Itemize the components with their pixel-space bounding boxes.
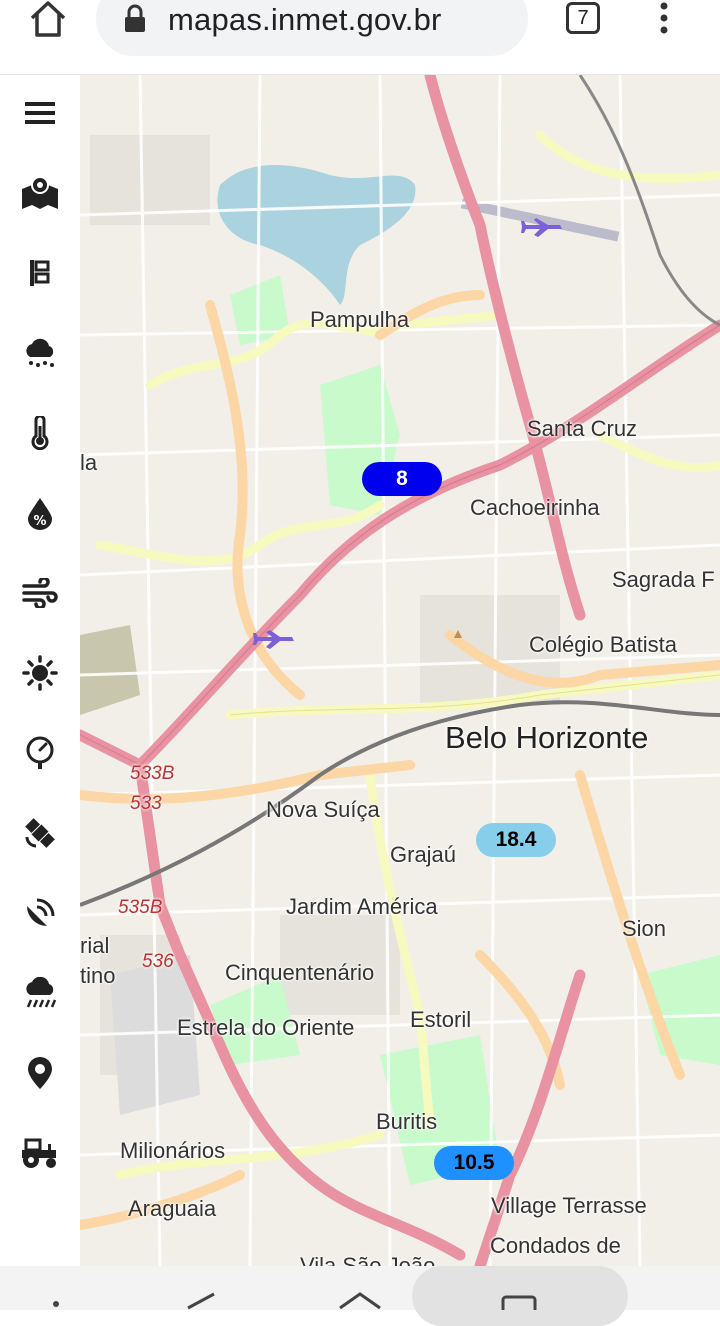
station-icon[interactable] <box>16 249 64 297</box>
back-icon[interactable] <box>180 1292 220 1310</box>
wind-icon[interactable] <box>16 569 64 617</box>
svg-text:%: % <box>33 514 46 529</box>
road-ref-label: 533B <box>130 763 175 784</box>
map-canvas[interactable]: Pampulha Santa Cruz Cachoeirinha Sagrada… <box>80 75 720 1266</box>
place-label: Estrela do Oriente <box>177 1015 355 1040</box>
location-pin-icon[interactable] <box>16 1049 64 1097</box>
place-label: Grajaú <box>390 842 457 867</box>
place-label: Colégio Batista <box>529 632 677 657</box>
gauge-icon[interactable] <box>16 729 64 777</box>
place-label: Pampulha <box>310 307 410 332</box>
sidebar: % <box>0 75 80 1266</box>
place-label: Sagrada F <box>612 567 715 592</box>
hamburger-icon[interactable] <box>16 89 64 137</box>
tractor-icon[interactable] <box>16 1129 64 1177</box>
place-label: Sion <box>622 916 667 941</box>
place-label: rial <box>80 933 110 958</box>
place-label: Milionários <box>120 1138 226 1163</box>
humidity-drop-icon[interactable]: % <box>16 489 64 537</box>
place-label: la <box>80 450 98 475</box>
sun-icon[interactable] <box>16 649 64 697</box>
rain-cloud-icon[interactable] <box>16 329 64 377</box>
city-label: Belo Horizonte <box>445 720 649 755</box>
storm-cloud-icon[interactable] <box>16 969 64 1017</box>
place-label: Village Terrasse <box>491 1193 647 1218</box>
road-ref-label: 536 <box>142 951 174 972</box>
place-label: Cachoeirinha <box>470 495 600 520</box>
browser-toolbar: mapas.inmet.gov.br 7 <box>0 0 720 75</box>
home-nav-icon[interactable] <box>338 1292 382 1310</box>
thermometer-icon[interactable] <box>16 409 64 457</box>
system-nav-bar <box>0 1266 720 1326</box>
lock-icon[interactable] <box>124 4 146 34</box>
place-label: Vila São João <box>300 1253 436 1266</box>
place-label: Nova Suíça <box>266 797 380 822</box>
more-vertical-icon[interactable] <box>652 0 676 40</box>
tabs-icon[interactable]: 7 <box>566 2 600 34</box>
place-label: tino <box>80 963 116 988</box>
station-marker[interactable]: 10.5 <box>434 1146 514 1180</box>
map-base <box>80 75 720 1266</box>
station-marker[interactable]: 8 <box>362 462 442 496</box>
place-label: Cinquentenário <box>225 960 375 985</box>
road-ref-label: 535B <box>118 897 163 918</box>
place-label: Estoril <box>410 1007 472 1032</box>
place-label: Santa Cruz <box>527 416 638 441</box>
place-label: Buritis <box>376 1109 438 1134</box>
place-label: Araguaia <box>128 1196 217 1221</box>
road-ref-label: 533 <box>130 793 162 814</box>
place-label: Condados de <box>490 1233 621 1258</box>
satellite-icon[interactable] <box>16 809 64 857</box>
place-label: Jardim América <box>286 894 438 919</box>
recent-apps-icon[interactable] <box>50 1296 62 1310</box>
home-icon[interactable] <box>26 0 70 40</box>
map-pin-icon[interactable] <box>16 169 64 217</box>
radar-icon[interactable] <box>16 889 64 937</box>
overview-icon[interactable] <box>500 1294 540 1310</box>
station-marker[interactable]: 18.4 <box>476 823 556 857</box>
url-text[interactable]: mapas.inmet.gov.br <box>168 0 442 40</box>
